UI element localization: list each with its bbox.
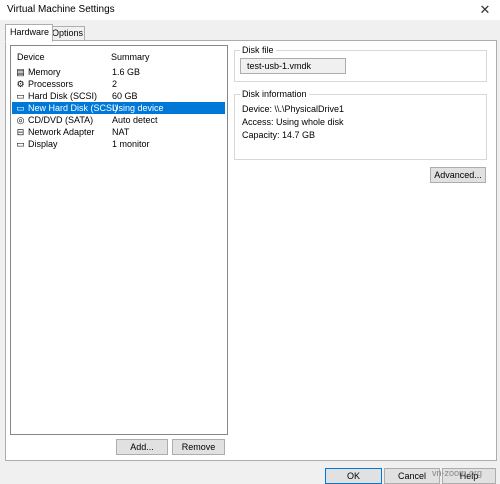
device-name: New Hard Disk (SCSI)	[28, 103, 118, 113]
device-summary: 1 monitor	[112, 139, 150, 149]
hard-disk-icon: ▭	[16, 91, 25, 101]
ok-button[interactable]: OK	[325, 468, 382, 484]
device-row-hard-disk[interactable]: ▭ Hard Disk (SCSI) 60 GB	[12, 90, 225, 102]
disk-device-text: Device: \\.\PhysicalDrive1	[242, 104, 345, 114]
close-icon[interactable]: ✕	[470, 0, 500, 20]
device-list-header: Device Summary	[11, 46, 227, 66]
device-summary: 1.6 GB	[112, 67, 141, 77]
cd-dvd-icon: ◎	[16, 115, 25, 125]
device-row-new-hard-disk[interactable]: ▭ New Hard Disk (SCSI) Using device	[12, 102, 225, 114]
device-summary: 2	[112, 79, 118, 89]
column-header-device[interactable]: Device	[17, 52, 45, 62]
disk-access-text: Access: Using whole disk	[242, 117, 344, 127]
column-header-summary[interactable]: Summary	[111, 52, 150, 62]
device-summary: NAT	[112, 127, 130, 137]
hard-disk-icon: ▭	[16, 103, 25, 113]
disk-file-field[interactable]: test-usb-1.vmdk	[240, 58, 346, 74]
device-name: Hard Disk (SCSI)	[28, 91, 98, 101]
device-name: Processors	[28, 79, 74, 89]
tab-hardware[interactable]: Hardware	[5, 24, 53, 42]
device-row-cd-dvd[interactable]: ◎ CD/DVD (SATA) Auto detect	[12, 114, 225, 126]
disk-capacity-text: Capacity: 14.7 GB	[242, 130, 316, 140]
network-adapter-icon: ⊟	[16, 127, 25, 137]
device-summary: Using device	[112, 103, 164, 113]
advanced-button[interactable]: Advanced...	[430, 167, 486, 183]
disk-information-legend: Disk information	[240, 89, 309, 99]
device-row-memory[interactable]: ▤ Memory 1.6 GB	[12, 66, 225, 78]
device-summary: 60 GB	[112, 91, 138, 101]
device-row-display[interactable]: ▭ Display 1 monitor	[12, 138, 225, 150]
remove-button[interactable]: Remove	[172, 439, 225, 455]
watermark-text: vn-zoom.org	[432, 468, 483, 478]
add-button[interactable]: Add...	[116, 439, 168, 455]
device-name: Display	[28, 139, 58, 149]
device-summary: Auto detect	[112, 115, 158, 125]
device-name: Network Adapter	[28, 127, 95, 137]
display-icon: ▭	[16, 139, 25, 149]
disk-file-legend: Disk file	[240, 45, 276, 55]
device-row-network-adapter[interactable]: ⊟ Network Adapter NAT	[12, 126, 225, 138]
window-title: Virtual Machine Settings	[7, 4, 115, 15]
device-name: Memory	[28, 67, 61, 77]
device-row-processors[interactable]: ⚙ Processors 2	[12, 78, 225, 90]
processor-icon: ⚙	[16, 79, 25, 89]
memory-icon: ▤	[16, 67, 25, 77]
title-bar: Virtual Machine Settings ✕	[0, 0, 500, 20]
device-name: CD/DVD (SATA)	[28, 115, 94, 125]
device-list[interactable]: Device Summary ▤ Memory 1.6 GB ⚙ Process…	[10, 45, 228, 435]
